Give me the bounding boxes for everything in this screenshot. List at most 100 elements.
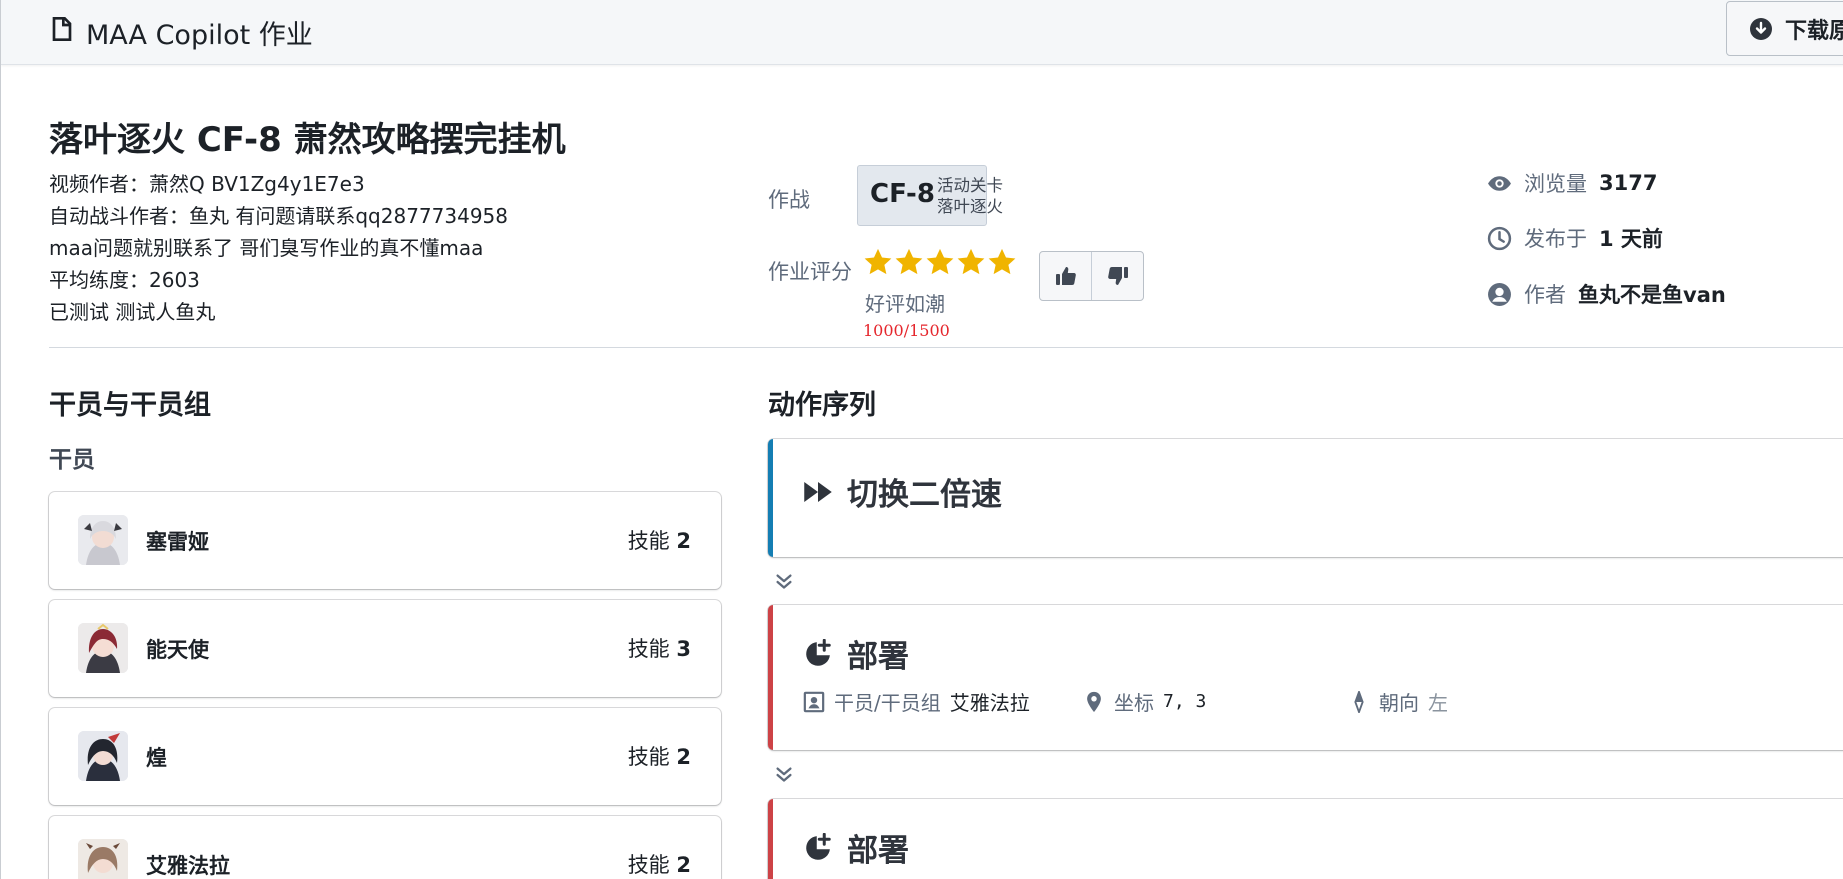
operator-avatar (78, 839, 128, 879)
skill-label: 技能 (627, 853, 670, 877)
download-icon (1750, 17, 1772, 40)
direction-label: 朝向 (1379, 691, 1419, 715)
operator-skill: 技能 3 (628, 633, 691, 663)
operator-skill: 技能 2 (628, 849, 691, 879)
dislike-button[interactable] (1091, 252, 1143, 300)
coordinate-label: 坐标 (1114, 691, 1154, 715)
description-line: 自动战斗作者：鱼丸 有问题请联系qq2877734958 (49, 204, 508, 228)
star-icon (895, 248, 923, 275)
stage-info: 活动关卡 落叶逐火 (937, 175, 1003, 217)
operators-section-title: 干员与干员组 (49, 390, 211, 421)
thumbs-down-icon (1107, 267, 1128, 285)
app-root: MAA Copilot 作业 下载原 落叶逐火 CF-8 萧然攻略摆完挂机 视频… (0, 0, 1843, 879)
skill-level: 2 (676, 529, 691, 553)
thumbs-up-icon (1055, 267, 1076, 285)
action-accent-bar (768, 605, 773, 750)
operator-name: 煌 (146, 746, 167, 770)
author-name[interactable]: 鱼丸不是鱼van (1578, 279, 1726, 309)
rating-stars (863, 247, 1017, 277)
vote-button-group (1039, 251, 1144, 301)
operator-field: 干员/干员组 艾雅法拉 (803, 687, 1030, 716)
star-icon (957, 248, 985, 275)
action-title: 部署 (847, 639, 909, 675)
published-info: 发布于 1 天前 (1487, 223, 1663, 253)
fast-forward-icon (804, 481, 832, 502)
action-title: 部署 (847, 833, 909, 869)
stage-type: 活动关卡 (937, 176, 1003, 195)
action-card-deploy[interactable]: 部署 干员/干员组 艾雅法拉 坐标 7, 3 朝向 左 (768, 605, 1843, 750)
stage-name: 落叶逐火 (937, 197, 1003, 216)
published-time: 1 天前 (1599, 227, 1663, 251)
operator-card[interactable]: 能天使 技能 3 (49, 600, 721, 697)
compass-icon (1354, 690, 1364, 713)
download-button-label: 下载原 (1785, 18, 1843, 44)
action-accent-bar (768, 799, 773, 879)
operator-field-value: 艾雅法拉 (949, 691, 1030, 715)
operator-name: 塞雷娅 (146, 530, 209, 554)
operator-avatar (78, 623, 128, 673)
rating-summary: 好评如潮 (865, 292, 945, 316)
published-label: 发布于 (1524, 227, 1587, 251)
download-button[interactable]: 下载原 (1726, 1, 1843, 56)
map-marker-icon (1087, 691, 1101, 712)
action-card-speed[interactable]: 切换二倍速 (768, 439, 1843, 557)
star-icon (988, 248, 1016, 275)
rating-label: 作业评分 (768, 260, 852, 284)
views-count: 3177 (1599, 171, 1658, 195)
direction-field: 朝向 左 (1348, 687, 1448, 716)
work-title: 落叶逐火 CF-8 萧然攻略摆完挂机 (49, 120, 566, 160)
views-label: 浏览量 (1524, 172, 1587, 196)
action-header: 部署 (803, 825, 909, 870)
action-header: 切换二倍速 (803, 469, 1002, 514)
action-accent-bar (768, 439, 773, 557)
operator-card[interactable]: 煌 技能 2 (49, 708, 721, 805)
skill-label: 技能 (627, 637, 670, 661)
operator-avatar (78, 515, 128, 565)
document-icon (52, 17, 72, 41)
operator-skill: 技能 2 (628, 741, 691, 771)
star-icon (926, 248, 954, 275)
description-line: 平均练度：2603 (49, 268, 200, 292)
skill-level: 2 (676, 745, 691, 769)
eye-icon (1488, 175, 1511, 191)
star-icon (864, 248, 892, 275)
description-line: maa问题就别联系了 哥们臭写作业的真不懂maa (49, 236, 484, 260)
top-navbar: MAA Copilot 作业 下载原 (1, 0, 1843, 65)
deploy-icon (806, 638, 831, 666)
operator-name: 能天使 (146, 638, 209, 662)
action-card-deploy[interactable]: 部署 (768, 799, 1843, 879)
work-description: 视频作者：萧然Q BV1Zg4y1E7e3 自动战斗作者：鱼丸 有问题请联系qq… (49, 168, 508, 328)
operator-skill: 技能 2 (628, 525, 691, 555)
author-label: 作者 (1524, 283, 1566, 307)
section-divider (49, 347, 1843, 348)
chevron-double-down-icon (776, 574, 792, 589)
action-header: 部署 (803, 631, 909, 676)
coordinate-value: 7, 3 (1163, 691, 1207, 712)
deploy-icon (806, 832, 831, 860)
navbar-title: MAA Copilot 作业 (86, 20, 313, 51)
stage-code: CF-8 (870, 179, 935, 209)
views-info: 浏览量 3177 (1487, 168, 1657, 198)
operator-card[interactable]: 艾雅法拉 技能 2 (49, 816, 721, 879)
operator-avatar (78, 731, 128, 781)
skill-level: 3 (676, 637, 691, 661)
stage-label: 作战 (768, 188, 810, 212)
description-line: 已测试 测试人鱼丸 (49, 300, 216, 324)
author-info: 作者 鱼丸不是鱼van (1487, 279, 1726, 309)
skill-label: 技能 (627, 745, 670, 769)
operator-name: 艾雅法拉 (146, 854, 230, 878)
operator-field-label: 干员/干员组 (834, 691, 941, 715)
stage-tag[interactable]: CF-8 活动关卡 落叶逐火 (857, 165, 1003, 226)
skill-level: 2 (676, 853, 691, 877)
coordinate-field: 坐标 7, 3 (1083, 687, 1206, 716)
user-icon (1488, 282, 1511, 306)
direction-value: 左 (1428, 691, 1448, 715)
chevron-double-down-icon (776, 767, 792, 782)
operators-subtitle: 干员 (49, 447, 95, 473)
description-line: 视频作者：萧然Q BV1Zg4y1E7e3 (49, 172, 365, 196)
actions-section-title: 动作序列 (768, 390, 876, 421)
operator-card[interactable]: 塞雷娅 技能 2 (49, 492, 721, 589)
like-button[interactable] (1040, 252, 1091, 300)
clock-icon (1487, 226, 1512, 250)
id-card-icon (803, 691, 825, 712)
